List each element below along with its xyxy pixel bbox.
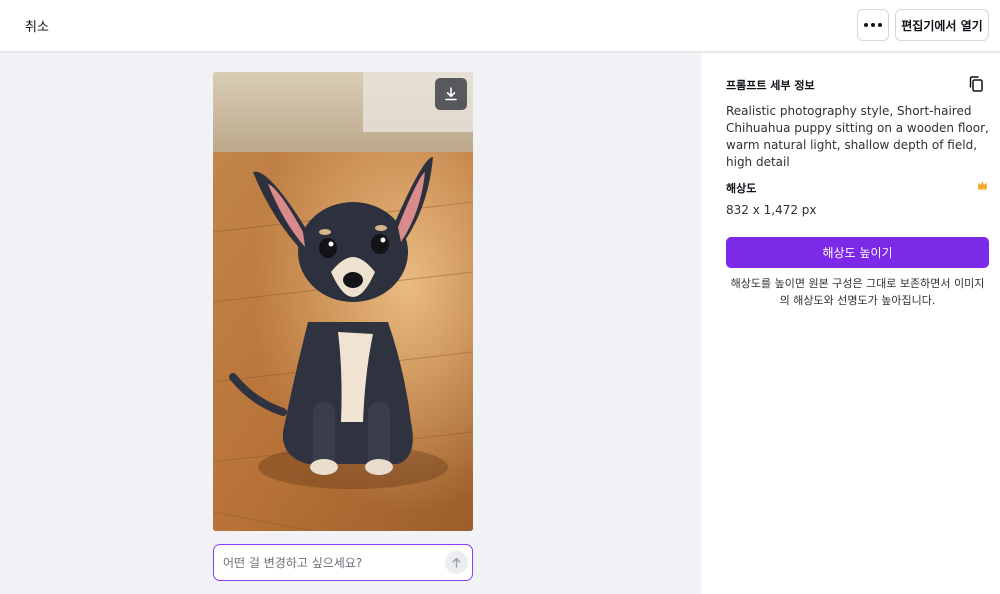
edit-prompt-box: [213, 544, 473, 581]
canvas-area: [0, 53, 701, 594]
edit-prompt-input[interactable]: [223, 554, 433, 572]
open-in-editor-button[interactable]: 편집기에서 열기: [895, 9, 989, 41]
top-bar: 취소 편집기에서 열기: [0, 0, 1000, 52]
download-icon: [445, 87, 457, 101]
cancel-button[interactable]: 취소: [25, 16, 49, 35]
resolution-value: 832 x 1,472 px: [726, 203, 817, 217]
chihuahua-photo: [213, 72, 473, 531]
prompt-text: Realistic photography style, Short-haire…: [726, 104, 989, 169]
details-panel: 프롬프트 세부 정보 Realistic photography style, …: [701, 53, 1000, 594]
upscale-description: 해상도를 높이면 원본 구성은 그대로 보존하면서 이미지의 해상도와 선명도가…: [730, 277, 985, 307]
crown-icon: [978, 181, 987, 190]
generated-image: [213, 72, 473, 531]
more-options-button[interactable]: [857, 9, 889, 41]
arrow-up-icon: [452, 557, 461, 568]
download-button[interactable]: [435, 78, 467, 110]
copy-icon: [969, 76, 983, 92]
prompt-details-title: 프롬프트 세부 정보: [726, 79, 815, 92]
send-button[interactable]: [445, 551, 468, 574]
more-horizontal-icon: [864, 23, 868, 27]
resolution-title: 해상도: [726, 182, 757, 195]
copy-prompt-button[interactable]: [967, 75, 985, 93]
upscale-button[interactable]: 해상도 높이기: [726, 237, 989, 268]
